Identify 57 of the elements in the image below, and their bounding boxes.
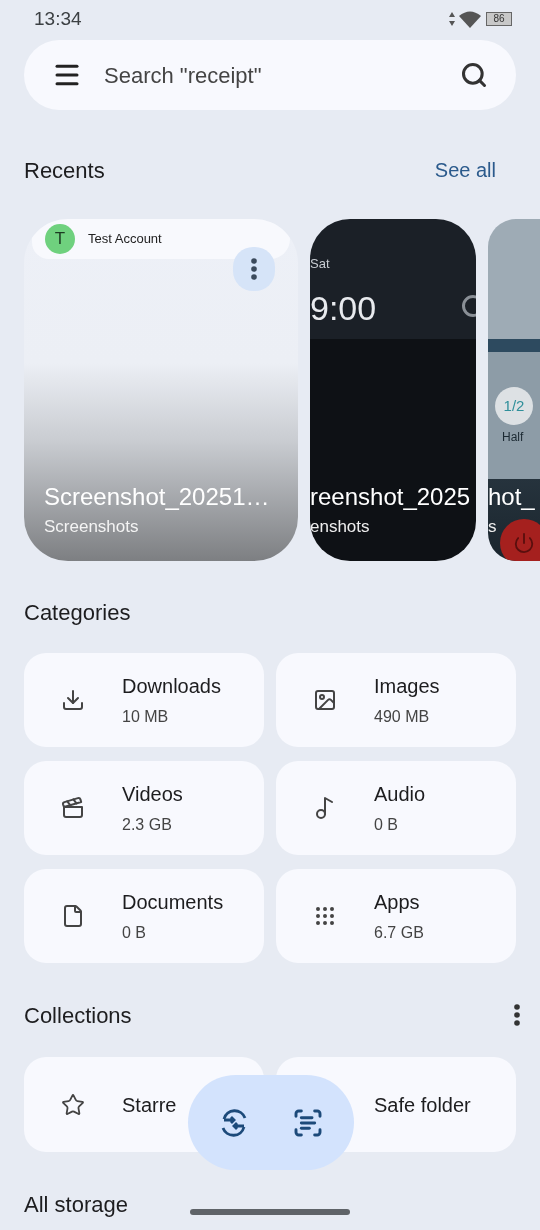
card-title: reenshot_2025 <box>310 482 471 512</box>
category-card[interactable]: Images 490 MB <box>276 653 516 747</box>
card-title: hot_ <box>488 482 535 512</box>
power-icon <box>513 532 535 554</box>
count-badge: 1/2 <box>495 387 533 425</box>
star-icon <box>61 1092 85 1117</box>
image-icon <box>313 688 337 712</box>
status-time: 13:34 <box>34 6 82 31</box>
category-size: 10 MB <box>122 707 170 727</box>
avatar: T <box>45 224 75 254</box>
category-card[interactable]: Videos 2.3 GB <box>24 761 264 855</box>
recent-card[interactable]: T Test Account Screenshot_20251… Screenshots <box>24 219 298 561</box>
category-size: 490 MB <box>374 707 431 727</box>
battery-icon: 86 <box>486 12 512 26</box>
film-icon <box>61 796 85 820</box>
clock-text: 9:00 <box>310 288 377 329</box>
section-title: All storage <box>24 1190 128 1219</box>
category-size: 0 B <box>122 923 147 943</box>
data-arrows-icon <box>448 11 456 27</box>
section-title: Categories <box>24 598 131 627</box>
card-subtitle: enshots <box>310 516 370 538</box>
grid-icon <box>313 904 337 928</box>
more-button[interactable] <box>233 247 275 291</box>
category-card[interactable]: Documents 0 B <box>24 869 264 963</box>
card-title: Screenshot_20251… <box>44 482 270 512</box>
search-bar[interactable]: Search "receipt" <box>24 40 516 110</box>
category-label: Videos <box>122 782 183 807</box>
account-name: Test Account <box>88 230 162 249</box>
card-subtitle: s <box>488 516 497 538</box>
recent-card[interactable]: 1/2 Half hot_ s <box>488 219 540 561</box>
day-text: Sat <box>310 255 330 273</box>
more-icon <box>251 258 257 280</box>
section-title: Recents <box>24 156 105 185</box>
category-label: Images <box>374 674 440 699</box>
card-subtitle: Screenshots <box>44 516 139 538</box>
more-icon <box>514 1004 520 1026</box>
search-icon <box>460 61 488 89</box>
section-title: Collections <box>24 1001 132 1030</box>
category-size: 0 B <box>374 815 399 835</box>
see-all-link[interactable]: See all <box>434 155 496 185</box>
category-card[interactable]: Downloads 10 MB <box>24 653 264 747</box>
category-card[interactable]: Audio 0 B <box>276 761 516 855</box>
half-label: Half <box>502 429 524 446</box>
wifi-icon <box>459 10 481 28</box>
collection-label: Starre <box>122 1092 177 1118</box>
category-label: Audio <box>374 782 426 807</box>
category-card[interactable]: Apps 6.7 GB <box>276 869 516 963</box>
collection-label: Safe folder <box>374 1092 471 1118</box>
category-size: 6.7 GB <box>374 923 424 943</box>
download-icon <box>61 688 85 712</box>
document-icon <box>61 904 85 928</box>
recent-card[interactable]: Sat 9:00 reenshot_2025 enshots <box>310 219 476 561</box>
category-size: 2.3 GB <box>122 815 173 835</box>
category-label: Apps <box>374 890 421 915</box>
category-label: Downloads <box>122 674 221 699</box>
category-label: Documents <box>122 890 224 915</box>
search-placeholder: Search "receipt" <box>104 61 263 90</box>
